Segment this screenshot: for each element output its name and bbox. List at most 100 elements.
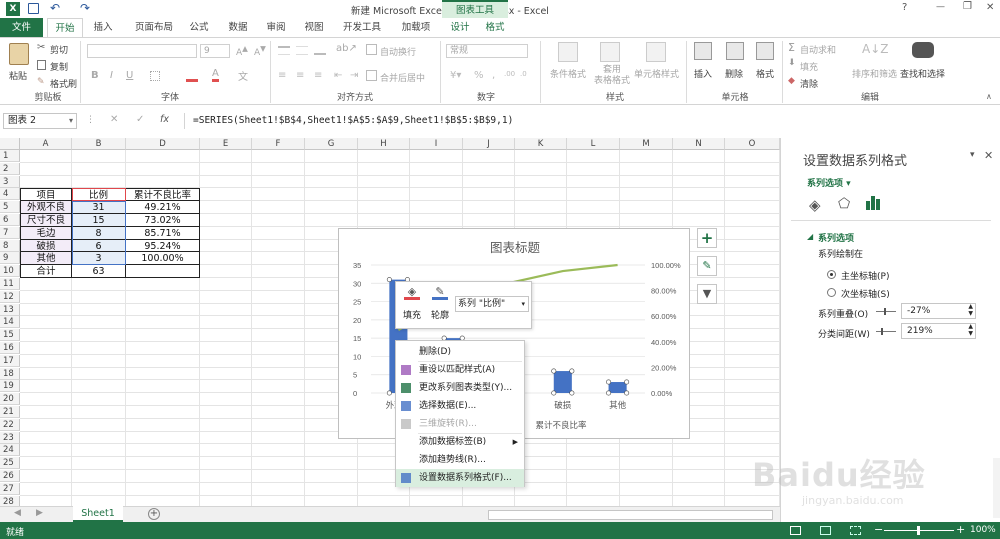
tab-formulas[interactable]: 公式 [185,18,213,37]
gap-width-slider[interactable] [876,328,896,335]
wrap-text-icon[interactable] [366,44,377,55]
chart-title[interactable]: 图表标题 [339,237,691,256]
row-header[interactable]: 22 [0,418,20,431]
align-bottom-icon[interactable] [314,46,326,55]
prev-sheet-icon[interactable]: ◀ [14,508,21,518]
row-header[interactable]: 14 [0,316,20,329]
fill-color-icon[interactable] [186,70,198,82]
tab-format[interactable]: 格式 [480,18,510,37]
enter-icon[interactable]: ✓ [136,114,144,125]
table-cell[interactable]: 63 [72,265,126,278]
number-format-box[interactable]: 常规 [446,44,528,58]
secondary-axis-label[interactable]: 次坐标轴(S) [841,287,890,300]
fill-label[interactable]: 填充 [403,308,421,321]
tab-page-layout[interactable]: 页面布局 [125,18,183,37]
row-header[interactable]: 8 [0,239,20,252]
series-options-tab-icon[interactable] [866,196,882,212]
table-cell[interactable]: 其他 [20,252,72,266]
row-header[interactable]: 3 [0,175,20,188]
name-box[interactable]: 图表 2 ▾ [3,113,77,129]
chart-elements-button[interactable]: + [697,228,717,248]
effects-tab-icon[interactable]: ⬠ [838,196,850,212]
column-header[interactable]: N [673,138,725,150]
horizontal-scrollbar[interactable] [488,510,773,520]
spinner-icon[interactable]: ▲ ▼ [968,323,973,337]
add-sheet-button[interactable]: + [148,508,160,520]
row-header[interactable]: 19 [0,380,20,393]
context-menu-item[interactable]: 删除(D) [396,343,524,361]
collapse-ribbon-icon[interactable]: ∧ [986,92,992,101]
chevron-down-icon[interactable]: ▾ [69,114,73,128]
table-cell[interactable]: 95.24% [126,239,200,253]
comma-icon[interactable]: , [492,70,495,81]
insert-function-icon[interactable]: fx [160,114,169,125]
cancel-icon[interactable]: ✕ [110,114,118,125]
table-cell[interactable]: 100.00% [126,252,200,266]
outline-label[interactable]: 轮廓 [431,308,449,321]
row-header[interactable]: 11 [0,278,20,290]
column-header[interactable]: F [252,138,305,150]
column-header[interactable]: D [126,138,200,150]
row-header[interactable]: 10 [0,265,20,278]
formula-bar-more-icon[interactable]: ⋮ [86,115,95,125]
format-cells-button[interactable]: 格式 [756,67,774,80]
fill-icon[interactable]: ⬇ [788,58,796,68]
currency-icon[interactable]: ¥▾ [450,70,461,81]
merge-center-icon[interactable] [366,70,377,81]
row-header[interactable]: 1 [0,150,20,162]
increase-decimal-icon[interactable]: .00 [504,70,515,78]
cell-styles-icon[interactable] [646,42,666,62]
row-header[interactable]: 13 [0,303,20,316]
phonetic-icon[interactable]: 文 [238,68,248,83]
row-header[interactable]: 6 [0,214,20,226]
row-header[interactable]: 17 [0,354,20,367]
tab-review[interactable]: 审阅 [262,18,290,37]
minimize-button[interactable]: — [936,2,945,12]
orientation-icon[interactable]: ab↗ [336,43,357,54]
table-cell[interactable]: 尺寸不良 [20,213,72,227]
row-header[interactable]: 5 [0,201,20,214]
row-header[interactable]: 27 [0,482,20,495]
chart-styles-button[interactable]: ✎ [697,256,717,276]
column-header[interactable]: A [20,138,72,150]
format-as-table-icon[interactable] [600,42,620,62]
tab-file[interactable]: 文件 [0,18,43,37]
font-name-box[interactable] [87,44,197,58]
save-icon[interactable] [28,3,39,14]
conditional-format-button[interactable]: 条件格式 [550,67,586,80]
cut-button[interactable]: 剪切 [50,43,68,56]
context-menu-item[interactable]: 添加数据标签(B) ▶ [396,433,524,451]
column-header[interactable]: M [620,138,673,150]
table-header-cell[interactable]: 累计不良比率 [126,188,200,202]
row-header[interactable]: 15 [0,329,20,342]
row-header[interactable]: 21 [0,406,20,418]
find-select-button[interactable]: 查找和选择 [900,67,945,80]
redo-icon[interactable]: ↷ [80,1,90,15]
row-header[interactable]: 4 [0,188,20,201]
row-header[interactable]: 7 [0,226,20,239]
fill-line-tab-icon[interactable]: ◈ [809,196,821,214]
column-header[interactable]: G [305,138,358,150]
tab-data[interactable]: 数据 [224,18,252,37]
primary-axis-label[interactable]: 主坐标轴(P) [841,269,889,282]
context-menu-item[interactable]: 重设以匹配样式(A) [396,361,524,379]
undo-icon[interactable]: ↶ [50,1,60,15]
table-cell[interactable]: 85.71% [126,226,200,240]
tab-view[interactable]: 视图 [300,18,328,37]
sheet-tab-sheet1[interactable]: Sheet1 [73,506,123,522]
tab-addins[interactable]: 加载项 [396,18,436,37]
zoom-level[interactable]: 100% [970,525,996,535]
align-left-icon[interactable]: ≡ [278,70,286,81]
pane-close-icon[interactable]: ✕ [984,149,993,162]
paste-icon[interactable] [9,43,29,65]
insert-cells-icon[interactable] [694,42,712,60]
zoom-out-button[interactable]: − [874,523,883,536]
row-header[interactable]: 18 [0,367,20,380]
decrease-decimal-icon[interactable]: .0 [520,70,527,78]
border-icon[interactable] [150,71,160,81]
bold-icon[interactable]: B [91,70,99,81]
clear-icon[interactable]: ◆ [788,76,795,86]
align-top-icon[interactable] [278,46,290,55]
row-header[interactable]: 24 [0,444,20,457]
column-header[interactable]: J [463,138,515,150]
